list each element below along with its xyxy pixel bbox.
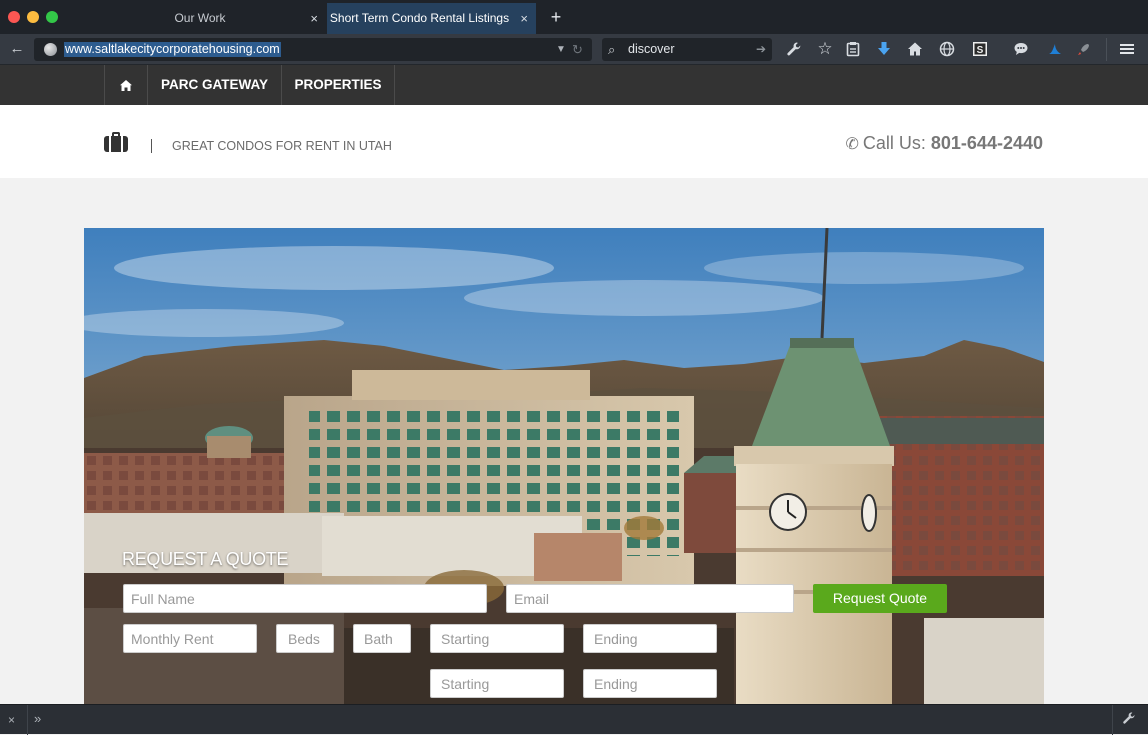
home-icon[interactable] (905, 39, 925, 59)
close-icon[interactable]: × (8, 712, 15, 728)
tab-close-icon[interactable]: × (310, 3, 318, 34)
zoom-window-button[interactable] (46, 11, 58, 23)
go-arrow-icon[interactable]: ➔ (756, 40, 766, 59)
s-icon[interactable]: S (970, 39, 990, 59)
beds-field[interactable] (276, 624, 334, 653)
rocket-icon[interactable] (1074, 39, 1094, 59)
home-icon (120, 80, 132, 91)
starting-date-field-2[interactable] (430, 669, 564, 698)
url-text[interactable]: www.saltlakecitycorporatehousing.com (64, 42, 281, 57)
chevron-right-icon[interactable]: » (34, 711, 41, 727)
nav-home[interactable] (104, 65, 147, 105)
site-header: GREAT CONDOS FOR RENT IN UTAH ✆ Call Us: … (0, 105, 1148, 178)
new-tab-button[interactable]: + (548, 6, 564, 28)
tab-short-term-condo-rental-listings[interactable]: Short Term Condo Rental Listings × (327, 3, 536, 34)
search-input[interactable]: discover (628, 42, 675, 57)
url-bar[interactable]: www.saltlakecitycorporatehousing.com ▼ ↻ (34, 38, 592, 61)
bath-field[interactable] (353, 624, 411, 653)
toolbar-divider (1106, 38, 1107, 61)
starting-date-field[interactable] (430, 624, 564, 653)
star-icon[interactable]: ☆ (815, 39, 835, 59)
back-arrow-icon[interactable]: ← (6, 39, 28, 59)
addon-divider (27, 705, 28, 735)
nav-properties[interactable]: PROPERTIES (281, 65, 395, 105)
site-nav: PARC GATEWAY PROPERTIES (0, 65, 1148, 105)
phone-number[interactable]: 801-644-2440 (931, 133, 1043, 153)
close-window-button[interactable] (8, 11, 20, 23)
phone-icon: ✆ (845, 136, 859, 153)
ending-date-field-2[interactable] (583, 669, 717, 698)
globe-grid-icon[interactable] (937, 39, 957, 59)
call-label: Call Us: (862, 133, 926, 153)
request-quote-button[interactable]: Request Quote (813, 584, 947, 613)
header-divider (151, 139, 152, 153)
addon-bar: × » (0, 704, 1148, 735)
chat-icon[interactable] (1011, 39, 1031, 59)
search-icon: ⌕ (608, 42, 616, 57)
monthly-rent-field[interactable] (123, 624, 257, 653)
wrench-icon[interactable] (784, 39, 804, 59)
tab-close-icon[interactable]: × (520, 3, 528, 34)
email-field[interactable] (506, 584, 794, 613)
ending-date-field[interactable] (583, 624, 717, 653)
hamburger-menu-icon[interactable] (1117, 39, 1137, 59)
shark-icon[interactable] (1045, 39, 1065, 59)
wrench-icon[interactable] (1122, 711, 1136, 728)
nav-parc-gateway[interactable]: PARC GATEWAY (147, 65, 281, 105)
tab-label: Short Term Condo Rental Listings (329, 11, 510, 25)
addon-divider (1112, 705, 1113, 735)
globe-icon (44, 43, 57, 56)
briefcase-icon (104, 132, 128, 152)
search-bar[interactable]: ⌕ discover ➔ (602, 38, 772, 61)
tab-our-work[interactable]: Our Work × (98, 3, 326, 34)
browser-toolbar: ← www.saltlakecitycorporatehousing.com ▼… (0, 34, 1148, 65)
dropdown-icon[interactable]: ▼ (556, 41, 566, 58)
quote-title: REQUEST A QUOTE (122, 549, 289, 569)
svg-text:S: S (977, 45, 984, 56)
tagline: GREAT CONDOS FOR RENT IN UTAH (172, 139, 392, 153)
call-us[interactable]: ✆ Call Us: 801-644-2440 (845, 132, 1043, 156)
full-name-field[interactable] (123, 584, 487, 613)
tab-label: Our Work (174, 11, 226, 25)
minimize-window-button[interactable] (27, 11, 39, 23)
reload-icon[interactable]: ↻ (572, 40, 583, 59)
clipboard-icon[interactable] (843, 39, 863, 59)
browser-tab-bar: Our Work × Short Term Condo Rental Listi… (0, 0, 1148, 34)
download-icon[interactable] (874, 39, 894, 59)
